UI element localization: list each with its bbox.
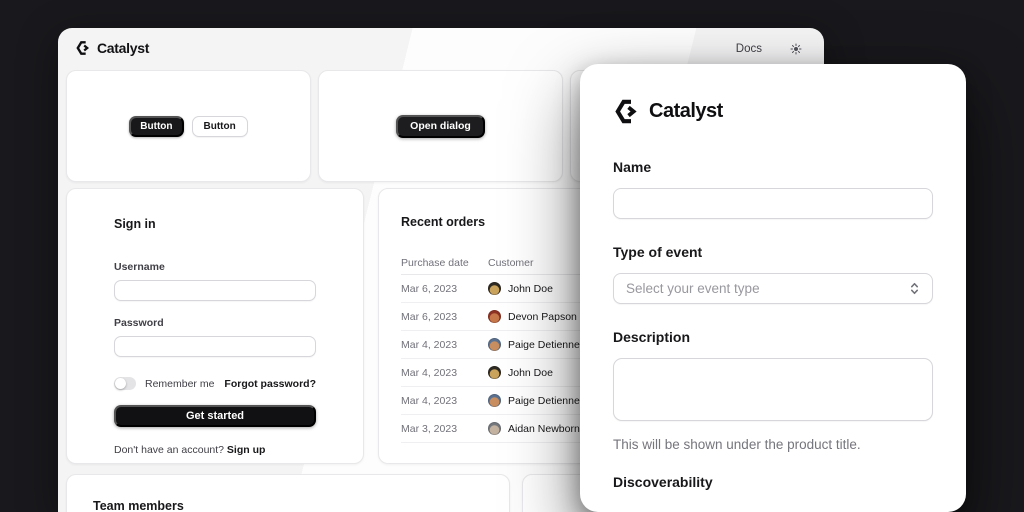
signin-title: Sign in — [114, 217, 156, 231]
customer-name: Aidan Newborn — [508, 422, 580, 435]
customer-name: John Doe — [508, 366, 553, 379]
brand-logo: Catalyst — [75, 40, 149, 56]
name-group: Name — [613, 159, 933, 219]
event-type-placeholder: Select your event type — [626, 281, 760, 296]
avatar — [488, 366, 501, 379]
customer-name: Paige Detienne — [508, 338, 580, 351]
team-members-card: Team members — [66, 474, 510, 512]
sun-icon — [790, 43, 802, 55]
toggle-knob — [115, 378, 126, 389]
brand-name: Catalyst — [97, 40, 150, 56]
customer-name: Devon Papson — [508, 310, 577, 323]
avatar — [488, 282, 501, 295]
drawer-brand-logo: Catalyst — [613, 98, 933, 125]
event-type-group: Type of event Select your event type — [613, 244, 933, 304]
password-group: Password — [114, 317, 316, 357]
event-dialog-panel: Catalyst Name Type of event Select your … — [580, 64, 966, 512]
avatar — [488, 422, 501, 435]
customer-name: Paige Detienne — [508, 394, 580, 407]
signin-card: Sign in Username Password Remember me Fo… — [66, 188, 364, 464]
order-date: Mar 3, 2023 — [401, 422, 458, 435]
outline-button[interactable]: Button — [191, 115, 248, 137]
avatar — [488, 310, 501, 323]
event-type-label: Type of event — [613, 244, 703, 260]
description-textarea[interactable] — [613, 358, 933, 421]
docs-link[interactable]: Docs — [736, 43, 762, 55]
description-help-text: This will be shown under the product tit… — [613, 437, 861, 452]
discoverability-label: Discoverability — [613, 474, 713, 490]
drawer-brand-name: Catalyst — [649, 100, 723, 122]
signup-prefix: Don't have an account? — [114, 444, 227, 456]
chevron-up-down-icon — [909, 281, 920, 296]
open-dialog-button[interactable]: Open dialog — [396, 114, 485, 138]
remember-me-toggle[interactable] — [114, 377, 136, 390]
theme-toggle-button[interactable] — [788, 41, 804, 57]
password-input[interactable] — [114, 336, 316, 357]
signup-link[interactable]: Sign up — [227, 444, 266, 456]
order-date: Mar 6, 2023 — [401, 310, 458, 323]
username-input[interactable] — [114, 280, 316, 301]
team-members-title: Team members — [93, 499, 184, 512]
description-label: Description — [613, 329, 691, 345]
description-group: Description This will be shown under the… — [613, 329, 933, 452]
order-date: Mar 6, 2023 — [401, 282, 458, 295]
solid-button[interactable]: Button — [129, 115, 184, 137]
username-label: Username — [114, 261, 165, 273]
signup-line: Don't have an account? Sign up — [114, 444, 316, 456]
name-label: Name — [613, 159, 652, 175]
catalyst-logo-icon — [615, 99, 637, 124]
avatar — [488, 394, 501, 407]
order-date: Mar 4, 2023 — [401, 338, 458, 351]
customer-name: John Doe — [508, 282, 553, 295]
buttons-demo-card: Button Button — [66, 70, 311, 182]
order-date: Mar 4, 2023 — [401, 394, 458, 407]
avatar — [488, 338, 501, 351]
forgot-password-link[interactable]: Forgot password? — [224, 378, 316, 390]
order-date: Mar 4, 2023 — [401, 366, 458, 379]
dialog-demo-card: Open dialog — [318, 70, 563, 182]
column-purchase-date: Purchase date — [401, 256, 469, 269]
remember-row: Remember me Forgot password? — [114, 377, 316, 390]
password-label: Password — [114, 317, 164, 329]
event-name-input[interactable] — [613, 188, 933, 219]
event-type-select[interactable]: Select your event type — [613, 273, 933, 304]
username-group: Username — [114, 261, 316, 301]
catalyst-logo-icon — [76, 41, 89, 55]
get-started-button[interactable]: Get started — [114, 405, 316, 427]
remember-me-label: Remember me — [145, 377, 215, 390]
